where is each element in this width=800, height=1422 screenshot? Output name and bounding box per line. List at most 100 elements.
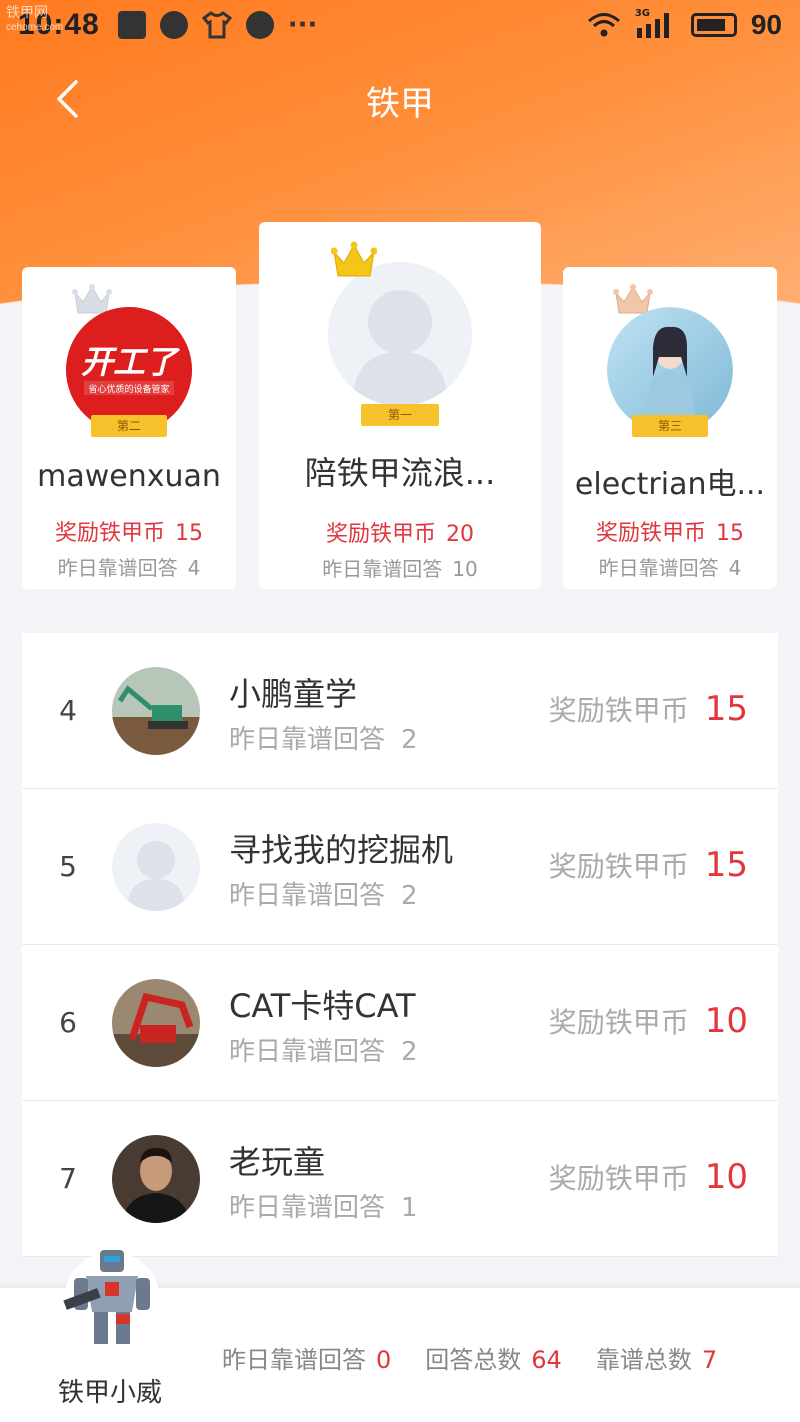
watermark-domain: cehome.com <box>6 22 64 33</box>
excavator-photo <box>112 667 200 755</box>
yesterday-answers: 昨日靠谱回答 2 <box>229 1031 418 1068</box>
my-name: 铁甲小威 <box>57 1378 162 1408</box>
reward-value: 10 <box>704 1001 748 1041</box>
default-avatar-icon <box>328 262 472 406</box>
notification-icons: ··· <box>117 10 318 40</box>
list-item[interactable]: 7 老玩童 昨日靠谱回答 1 奖励铁甲币 10 <box>22 1101 778 1257</box>
back-button[interactable] <box>42 74 92 124</box>
account-icon <box>159 11 188 39</box>
more-notifications-icon: ··· <box>287 10 318 40</box>
reward-label: 奖励铁甲币 <box>548 850 689 883</box>
my-stats-bar: 铁甲小威 昨日靠谱回答 0 回答总数 64 靠谱总数 7 <box>0 1250 800 1422</box>
yesterday-answers: 昨日靠谱回答 2 <box>229 719 418 756</box>
gold-crown-icon <box>331 241 377 277</box>
shirt-icon <box>201 11 232 39</box>
chat-icon <box>245 11 274 39</box>
rank-badge: 第一 <box>361 404 439 426</box>
reward-label: 奖励铁甲币 <box>548 694 689 727</box>
yesterday-answers: 昨日靠谱回答 4 <box>22 552 236 581</box>
rank-badge: 第三 <box>632 415 708 437</box>
avatar <box>328 262 472 406</box>
stat-yesterday: 昨日靠谱回答 0 <box>222 1340 391 1375</box>
answers-label: 昨日靠谱回答 <box>598 556 719 580</box>
default-avatar-icon <box>112 823 200 911</box>
reward-value: 15 <box>704 845 748 885</box>
stat-label: 回答总数 <box>425 1346 522 1374</box>
list-item[interactable]: 4 小鹏童学 昨日靠谱回答 2 奖励铁甲币 15 <box>22 633 778 789</box>
page-title: 铁甲 <box>366 83 434 124</box>
ranking-list: 4 小鹏童学 昨日靠谱回答 2 奖励铁甲币 15 5 寻找我的挖掘机 昨日靠谱回答 2… <box>22 633 778 1257</box>
answers-value: 4 <box>728 556 742 580</box>
reward-label: 奖励铁甲币 <box>54 521 165 546</box>
answers-label: 昨日靠谱回答 <box>229 1193 386 1223</box>
reward: 奖励铁甲币 15 <box>22 515 236 547</box>
reward-value: 20 <box>446 522 474 547</box>
watermark: 铁甲网 cehome.com <box>6 2 63 33</box>
rank-badge: 第二 <box>91 415 167 437</box>
stat-label: 昨日靠谱回答 <box>222 1346 366 1374</box>
avatar <box>112 823 200 911</box>
robot-mascot-icon <box>63 1250 160 1348</box>
reward: 奖励铁甲币 20 <box>259 516 541 548</box>
reward: 奖励铁甲币 10 <box>549 1157 748 1197</box>
excavator-photo <box>112 979 200 1067</box>
answers-label: 昨日靠谱回答 <box>229 1037 386 1067</box>
stat-value: 0 <box>376 1346 392 1374</box>
answers-label: 昨日靠谱回答 <box>229 725 386 755</box>
reward: 奖励铁甲币 15 <box>563 515 777 547</box>
list-item[interactable]: 5 寻找我的挖掘机 昨日靠谱回答 2 奖励铁甲币 15 <box>22 789 778 945</box>
person-photo <box>112 1135 200 1223</box>
watermark-brand: 铁甲网 <box>6 4 48 20</box>
answers-label: 昨日靠谱回答 <box>57 556 178 580</box>
stat-label: 靠谱总数 <box>595 1346 692 1374</box>
answers-value: 2 <box>401 881 418 911</box>
user-name: 寻找我的挖掘机 <box>229 831 454 869</box>
reward: 奖励铁甲币 15 <box>549 845 748 885</box>
reward: 奖励铁甲币 15 <box>549 689 748 729</box>
answers-label: 昨日靠谱回答 <box>322 557 443 581</box>
my-avatar[interactable] <box>62 1242 162 1352</box>
rank-number: 5 <box>59 850 77 883</box>
battery-icon <box>690 13 737 37</box>
reward-label: 奖励铁甲币 <box>548 1162 689 1195</box>
user-name: 陪铁甲流浪... <box>304 454 496 492</box>
podium-first[interactable]: 第一 陪铁甲流浪... 奖励铁甲币 20 昨日靠谱回答 10 <box>259 222 541 589</box>
answers-value: 2 <box>401 725 418 755</box>
user-name: 老玩童 <box>229 1143 326 1181</box>
avatar <box>112 667 200 755</box>
yesterday-answers: 昨日靠谱回答 10 <box>259 553 541 582</box>
status-bar: 10:48 ··· 3G 90 <box>0 0 800 50</box>
avatar <box>112 979 200 1067</box>
user-name: CAT卡特CAT <box>229 987 416 1025</box>
user-name: 小鹏童学 <box>229 675 358 713</box>
answers-value: 1 <box>401 1193 418 1223</box>
stat-total: 回答总数 64 <box>425 1340 562 1375</box>
user-name: mawenxuan <box>37 459 221 494</box>
mail-icon <box>117 11 146 39</box>
stat-value: 64 <box>531 1346 562 1374</box>
reward-label: 奖励铁甲币 <box>595 521 706 546</box>
reward-value: 15 <box>716 521 744 546</box>
answers-value: 2 <box>401 1037 418 1067</box>
reward-label: 奖励铁甲币 <box>548 1006 689 1039</box>
yesterday-answers: 昨日靠谱回答 2 <box>229 875 418 912</box>
user-name: electrian电... <box>574 467 766 502</box>
list-item[interactable]: 6 CAT卡特CAT 昨日靠谱回答 2 奖励铁甲币 10 <box>22 945 778 1101</box>
my-stats: 昨日靠谱回答 0 回答总数 64 靠谱总数 7 <box>222 1340 717 1375</box>
yesterday-answers: 昨日靠谱回答 1 <box>229 1187 418 1224</box>
podium-third[interactable]: 第三 electrian电... 奖励铁甲币 15 昨日靠谱回答 4 <box>563 267 777 589</box>
wifi-icon <box>587 13 620 37</box>
logo-main-text: 开工了 <box>81 343 181 381</box>
answers-value: 4 <box>187 556 201 580</box>
rank-number: 6 <box>59 1006 77 1039</box>
answers-value: 10 <box>452 557 478 581</box>
battery-percent: 90 <box>750 9 782 40</box>
stat-value: 7 <box>701 1346 718 1374</box>
podium-second[interactable]: 开工了 省心优质的设备管家 第二 mawenxuan 奖励铁甲币 15 昨日靠谱回… <box>22 267 236 589</box>
reward-value: 10 <box>704 1157 748 1197</box>
answers-label: 昨日靠谱回答 <box>229 881 386 911</box>
navigation-bar: 铁甲 <box>0 60 800 140</box>
signal-icon: 3G <box>635 8 677 40</box>
reward-value: 15 <box>175 521 203 546</box>
reward-label: 奖励铁甲币 <box>325 522 436 547</box>
